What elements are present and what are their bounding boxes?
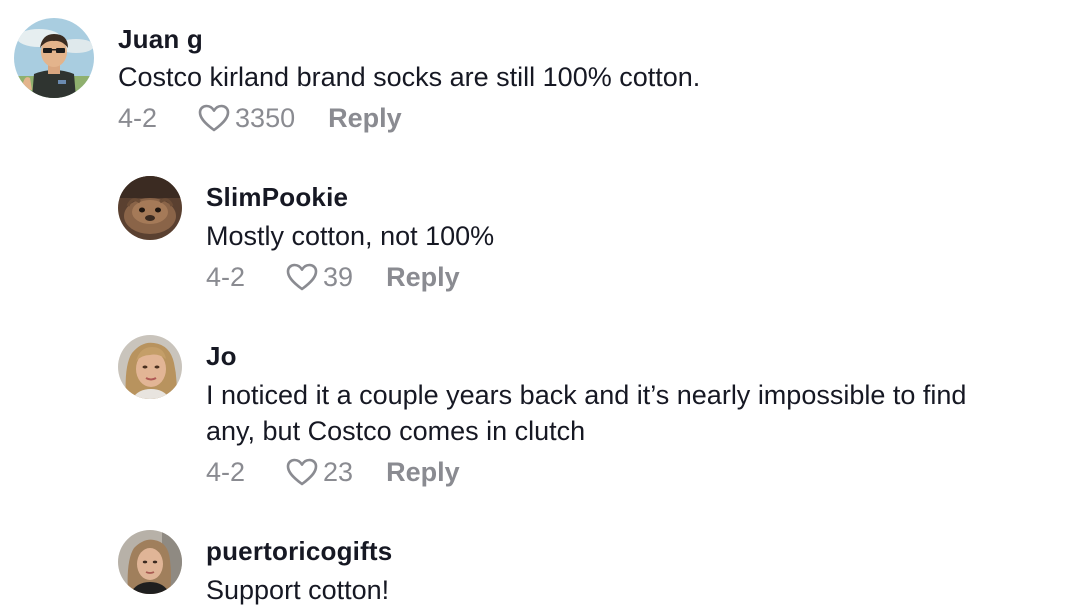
- like-count: 3350: [235, 102, 296, 133]
- comment-username[interactable]: Juan g: [118, 24, 203, 55]
- comment-meta: 4-2 3350 Reply: [118, 100, 402, 136]
- comment-date: 4-2: [206, 261, 246, 292]
- like-button[interactable]: 3350: [197, 103, 295, 134]
- comment-username[interactable]: puertoricogifts: [206, 536, 392, 567]
- reply-button[interactable]: Reply: [328, 103, 402, 134]
- comment-text: Costco kirland brand socks are still 100…: [118, 59, 700, 95]
- avatar[interactable]: [118, 335, 182, 399]
- heart-outline-icon: [286, 458, 318, 486]
- comment-text: Support cotton!: [206, 572, 389, 608]
- comment-date: 4-2: [118, 102, 158, 133]
- reply-button[interactable]: Reply: [386, 262, 460, 293]
- comment-username[interactable]: Jo: [206, 341, 237, 372]
- like-count: 39: [323, 261, 354, 292]
- avatar[interactable]: [14, 18, 94, 98]
- avatar[interactable]: [118, 176, 182, 240]
- comment-text-line: any, but Costco comes in clutch: [206, 416, 586, 446]
- comment-username[interactable]: SlimPookie: [206, 182, 348, 213]
- like-button[interactable]: 39: [285, 262, 353, 293]
- comment-text-line: Support cotton!: [206, 575, 390, 605]
- comment-text: I noticed it a couple years back and it’…: [206, 377, 966, 449]
- avatar[interactable]: [118, 530, 182, 594]
- like-count: 23: [323, 456, 354, 487]
- comment-text-line: Mostly cotton, not 100%: [206, 221, 495, 251]
- heart-outline-icon: [198, 104, 230, 132]
- comment-meta: 4-2 39 Reply: [206, 259, 460, 295]
- heart-outline-icon: [286, 263, 318, 291]
- like-button[interactable]: 23: [285, 457, 353, 488]
- comment-text: Mostly cotton, not 100%: [206, 218, 494, 254]
- comment-text-line: Costco kirland brand socks are still 100…: [118, 62, 701, 92]
- comment-text-line: I noticed it a couple years back and it’…: [206, 380, 967, 410]
- comment-date: 4-2: [206, 456, 246, 487]
- reply-button[interactable]: Reply: [386, 457, 460, 488]
- comment-meta: 4-2 23 Reply: [206, 454, 460, 490]
